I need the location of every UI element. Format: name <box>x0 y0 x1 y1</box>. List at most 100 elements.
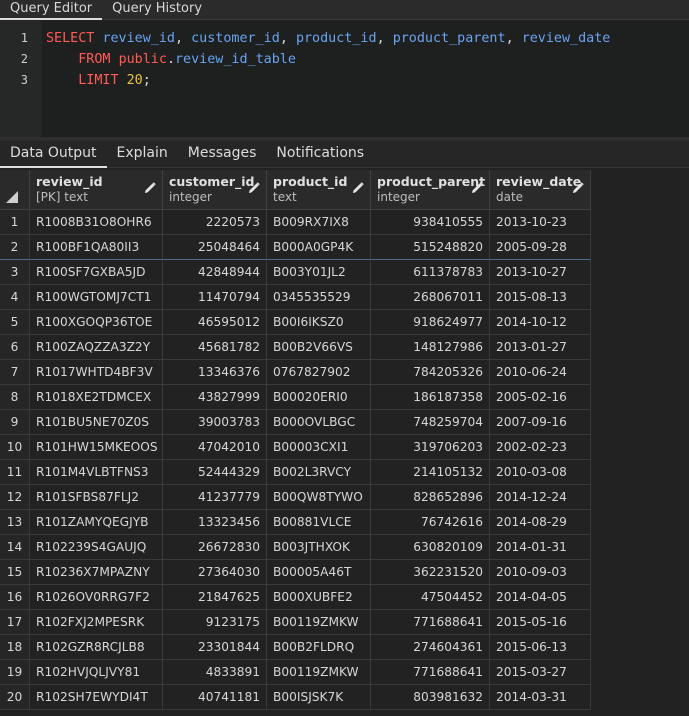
table-row[interactable]: 16 R1026OV0RRG7F2 21847625 B000XUBFE2 475044… <box>0 585 591 610</box>
cell-product-parent[interactable]: 47504452 <box>371 585 490 610</box>
cell-review-date[interactable]: 2002-02-23 <box>490 435 591 460</box>
cell-product-parent[interactable]: 630820109 <box>371 535 490 560</box>
cell-customer-id[interactable]: 46595012 <box>163 310 267 335</box>
cell-product-parent[interactable]: 803981632 <box>371 685 490 710</box>
cell-review-id[interactable]: R1018XE2TDMCEX <box>30 385 163 410</box>
column-header-review-id[interactable]: review_id [PK] text <box>30 170 163 210</box>
row-number[interactable]: 20 <box>0 685 30 710</box>
cell-product-parent[interactable]: 784205326 <box>371 360 490 385</box>
cell-review-date[interactable]: 2014-04-05 <box>490 585 591 610</box>
cell-review-id[interactable]: R102SH7EWYDI4T <box>30 685 163 710</box>
column-header-review-date[interactable]: review_date date <box>490 170 591 210</box>
table-row[interactable]: 10 R101HW15MKEOOS 47042010 B00003CXI1 319706… <box>0 435 591 460</box>
cell-review-date[interactable]: 2015-03-27 <box>490 660 591 685</box>
cell-customer-id[interactable]: 39003783 <box>163 410 267 435</box>
cell-review-id[interactable]: R101SFBS87FLJ2 <box>30 485 163 510</box>
cell-product-parent[interactable]: 611378783 <box>371 260 490 285</box>
cell-review-date[interactable]: 2013-10-27 <box>490 260 591 285</box>
cell-review-date[interactable]: 2007-09-16 <box>490 410 591 435</box>
row-number[interactable]: 18 <box>0 635 30 660</box>
cell-customer-id[interactable]: 23301844 <box>163 635 267 660</box>
cell-product-id[interactable]: B003JTHXOK <box>267 535 371 560</box>
table-row[interactable]: 17 R102FXJ2MPESRK 9123175 B00119ZMKW 7716886… <box>0 610 591 635</box>
edit-pencil-icon[interactable] <box>248 182 260 194</box>
tab-query-history[interactable]: Query History <box>102 0 212 20</box>
cell-product-id[interactable]: B00I6IKSZ0 <box>267 310 371 335</box>
cell-customer-id[interactable]: 26672830 <box>163 535 267 560</box>
sql-editor[interactable]: 1 SELECT review_id, customer_id, product_… <box>0 21 689 137</box>
cell-product-id[interactable]: B00881VLCE <box>267 510 371 535</box>
cell-review-id[interactable]: R102HVJQLJVY81 <box>30 660 163 685</box>
row-number[interactable]: 11 <box>0 460 30 485</box>
cell-review-id[interactable]: R102GZR8RCJLB8 <box>30 635 163 660</box>
table-row[interactable]: 14 R102239S4GAUJQ 26672830 B003JTHXOK 630820… <box>0 535 591 560</box>
cell-review-id[interactable]: R100BF1QA80II3 <box>30 235 163 260</box>
cell-review-date[interactable]: 2014-01-31 <box>490 535 591 560</box>
cell-review-date[interactable]: 2014-10-12 <box>490 310 591 335</box>
cell-product-parent[interactable]: 274604361 <box>371 635 490 660</box>
cell-product-parent[interactable]: 362231520 <box>371 560 490 585</box>
table-row[interactable]: 20 R102SH7EWYDI4T 40741181 B00ISJSK7K 803981… <box>0 685 591 710</box>
cell-customer-id[interactable]: 4833891 <box>163 660 267 685</box>
cell-review-id[interactable]: R101BU5NE70Z0S <box>30 410 163 435</box>
cell-review-date[interactable]: 2010-06-24 <box>490 360 591 385</box>
cell-product-id[interactable]: B00005A46T <box>267 560 371 585</box>
cell-product-parent[interactable]: 515248820 <box>371 235 490 260</box>
cell-product-parent[interactable]: 938410555 <box>371 210 490 235</box>
tab-explain[interactable]: Explain <box>107 141 178 168</box>
cell-product-id[interactable]: B00119ZMKW <box>267 610 371 635</box>
cell-product-id[interactable]: B000XUBFE2 <box>267 585 371 610</box>
row-number[interactable]: 5 <box>0 310 30 335</box>
cell-customer-id[interactable]: 41237779 <box>163 485 267 510</box>
table-row[interactable]: 12 R101SFBS87FLJ2 41237779 B00QW8TYWO 828652… <box>0 485 591 510</box>
cell-customer-id[interactable]: 13346376 <box>163 360 267 385</box>
cell-product-id[interactable]: B00020ERI0 <box>267 385 371 410</box>
cell-customer-id[interactable]: 47042010 <box>163 435 267 460</box>
cell-review-date[interactable]: 2005-09-28 <box>490 235 591 260</box>
row-number[interactable]: 4 <box>0 285 30 310</box>
row-number[interactable]: 10 <box>0 435 30 460</box>
cell-review-date[interactable]: 2005-02-16 <box>490 385 591 410</box>
table-row[interactable]: 15 R10236X7MPAZNY 27364030 B00005A46T 362231… <box>0 560 591 585</box>
column-header-customer-id[interactable]: customer_id integer <box>163 170 267 210</box>
row-number[interactable]: 15 <box>0 560 30 585</box>
select-all-corner[interactable] <box>0 170 30 210</box>
cell-product-id[interactable]: B00003CXI1 <box>267 435 371 460</box>
cell-review-id[interactable]: R101M4VLBTFNS3 <box>30 460 163 485</box>
cell-review-date[interactable]: 2013-01-27 <box>490 335 591 360</box>
cell-customer-id[interactable]: 25048464 <box>163 235 267 260</box>
table-row[interactable]: 3 R100SF7GXBA5JD 42848944 B003Y01JL2 6113787… <box>0 260 591 285</box>
cell-review-id[interactable]: R1026OV0RRG7F2 <box>30 585 163 610</box>
cell-product-parent[interactable]: 748259704 <box>371 410 490 435</box>
table-row[interactable]: 2 R100BF1QA80II3 25048464 B000A0GP4K 5152488… <box>0 235 591 260</box>
cell-review-id[interactable]: R101HW15MKEOOS <box>30 435 163 460</box>
cell-review-date[interactable]: 2010-09-03 <box>490 560 591 585</box>
table-row[interactable]: 6 R100ZAQZZA3Z2Y 45681782 B00B2V66VS 1481279… <box>0 335 591 360</box>
cell-review-date[interactable]: 2014-03-31 <box>490 685 591 710</box>
cell-review-id[interactable]: R1017WHTD4BF3V <box>30 360 163 385</box>
table-row[interactable]: 11 R101M4VLBTFNS3 52444329 B002L3RVCY 214105… <box>0 460 591 485</box>
cell-product-parent[interactable]: 918624977 <box>371 310 490 335</box>
table-row[interactable]: 4 R100WGTOMJ7CT1 11470794 0345535529 2680670… <box>0 285 591 310</box>
table-row[interactable]: 18 R102GZR8RCJLB8 23301844 B00B2FLDRQ 274604… <box>0 635 591 660</box>
cell-review-id[interactable]: R102239S4GAUJQ <box>30 535 163 560</box>
cell-product-id[interactable]: B00ISJSK7K <box>267 685 371 710</box>
column-header-product-parent[interactable]: product_parent integer <box>371 170 490 210</box>
cell-review-id[interactable]: R101ZAMYQEGJYB <box>30 510 163 535</box>
cell-product-id[interactable]: B00B2FLDRQ <box>267 635 371 660</box>
cell-review-id[interactable]: R100WGTOMJ7CT1 <box>30 285 163 310</box>
edit-pencil-icon[interactable] <box>471 182 483 194</box>
tab-data-output[interactable]: Data Output <box>0 141 107 168</box>
cell-customer-id[interactable]: 42848944 <box>163 260 267 285</box>
cell-product-id[interactable]: B000A0GP4K <box>267 235 371 260</box>
edit-pencil-icon[interactable] <box>352 182 364 194</box>
tab-messages[interactable]: Messages <box>178 141 267 168</box>
cell-product-parent[interactable]: 76742616 <box>371 510 490 535</box>
row-number[interactable]: 14 <box>0 535 30 560</box>
row-number[interactable]: 17 <box>0 610 30 635</box>
cell-review-id[interactable]: R102FXJ2MPESRK <box>30 610 163 635</box>
cell-product-parent[interactable]: 771688641 <box>371 660 490 685</box>
cell-review-date[interactable]: 2010-03-08 <box>490 460 591 485</box>
cell-product-id[interactable]: 0345535529 <box>267 285 371 310</box>
cell-customer-id[interactable]: 11470794 <box>163 285 267 310</box>
